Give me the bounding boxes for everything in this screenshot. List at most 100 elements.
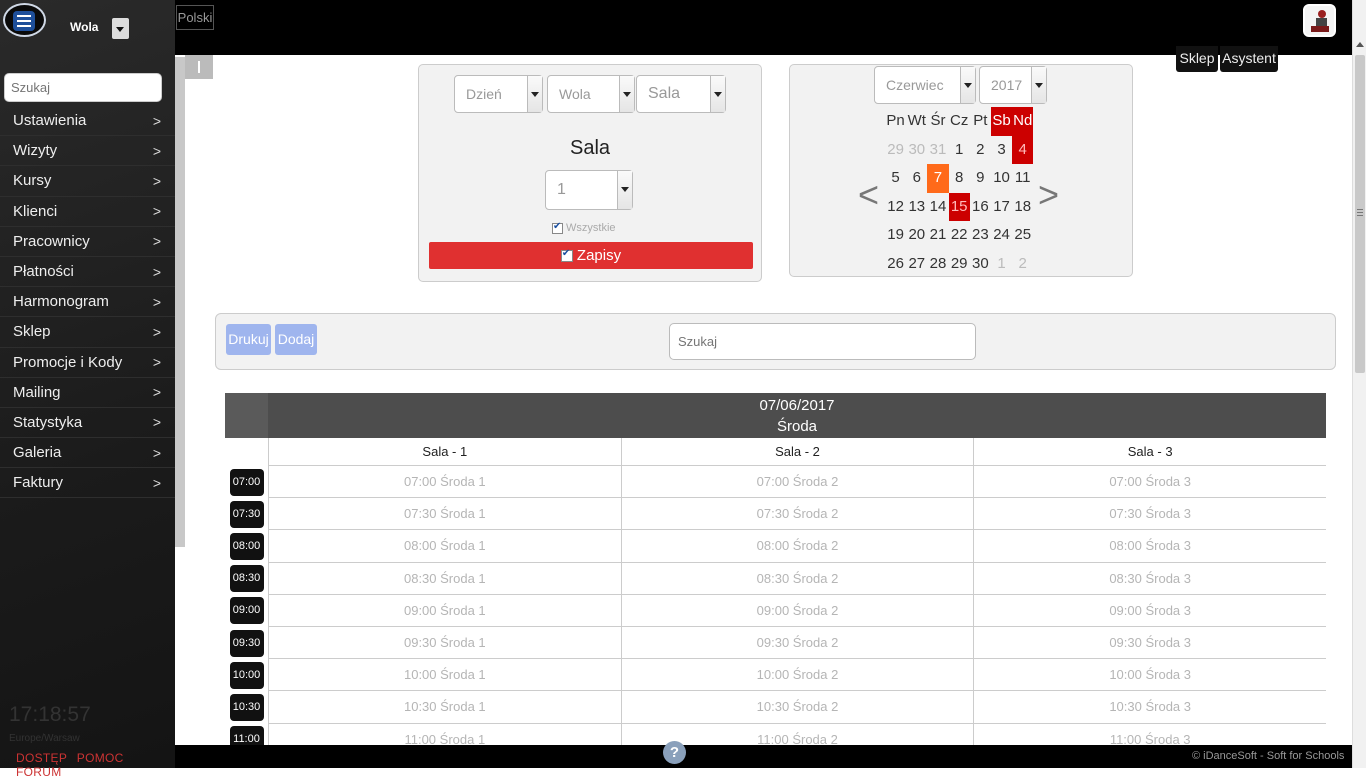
calendar-day[interactable]: 30: [970, 250, 991, 279]
schedule-slot[interactable]: 11:00 Środa 3: [973, 723, 1326, 745]
schedule-slot[interactable]: 07:30 Środa 1: [268, 498, 621, 531]
calendar-day[interactable]: 12: [885, 193, 906, 222]
calendar-day[interactable]: 23: [970, 221, 991, 250]
calendar-day[interactable]: 10: [991, 164, 1012, 193]
calendar-day[interactable]: 21: [927, 221, 948, 250]
help-button[interactable]: ?: [663, 741, 686, 764]
calendar-day[interactable]: 30: [906, 136, 927, 165]
schedule-slot[interactable]: 08:00 Środa 3: [973, 530, 1326, 563]
view-select[interactable]: Dzień: [454, 75, 543, 113]
calendar-day[interactable]: 14: [927, 193, 948, 222]
calendar-day[interactable]: 1: [991, 250, 1012, 279]
sidebar-item-harmonogram[interactable]: Harmonogram >: [0, 287, 175, 318]
schedule-slot[interactable]: 11:00 Środa 1: [268, 723, 621, 745]
calendar-day[interactable]: 11: [1012, 164, 1033, 193]
calendar-day[interactable]: 20: [906, 221, 927, 250]
calendar-day[interactable]: 2: [970, 136, 991, 165]
language-selector[interactable]: Polski: [176, 5, 214, 30]
schedule-slot[interactable]: 07:00 Środa 3: [973, 466, 1326, 499]
school-select[interactable]: Wola: [547, 75, 635, 113]
calendar-day[interactable]: 29: [885, 136, 906, 165]
calendar-day[interactable]: 27: [906, 250, 927, 279]
schedule-slot[interactable]: 09:30 Środa 1: [268, 626, 621, 660]
sidebar-item-pracownicy[interactable]: Pracownicy >: [0, 227, 175, 257]
calendar-day[interactable]: 16: [970, 193, 991, 222]
schedule-slot[interactable]: 10:00 Środa 2: [620, 659, 974, 692]
schedule-slot[interactable]: 08:30 Środa 2: [620, 562, 974, 595]
sidebar-search-input[interactable]: [4, 73, 162, 102]
calendar-day-selected[interactable]: 7: [927, 164, 949, 193]
enrollments-toggle[interactable]: Zapisy: [429, 242, 753, 269]
type-select[interactable]: Sala: [636, 75, 726, 113]
calendar-day[interactable]: 18: [1012, 193, 1033, 222]
calendar-day[interactable]: 17: [991, 193, 1012, 222]
schedule-slot[interactable]: 10:30 Środa 2: [620, 691, 974, 724]
calendar-day[interactable]: 1: [949, 136, 970, 165]
user-avatar[interactable]: [1303, 4, 1336, 37]
calendar-day[interactable]: 26: [885, 250, 906, 279]
calendar-day[interactable]: 22: [949, 221, 970, 250]
schedule-slot[interactable]: 10:00 Środa 1: [268, 659, 621, 692]
assistant-button[interactable]: Asystent: [1220, 46, 1278, 72]
calendar-day[interactable]: 9: [970, 164, 991, 193]
room-number-select[interactable]: 1: [545, 170, 633, 210]
schedule-slot[interactable]: 08:30 Środa 1: [268, 562, 621, 595]
calendar-day[interactable]: 29: [949, 250, 970, 279]
calendar-day[interactable]: 28: [927, 250, 948, 279]
schedule-slot[interactable]: 09:30 Środa 3: [973, 626, 1326, 660]
schedule-slot[interactable]: 07:30 Środa 2: [620, 498, 974, 531]
sidebar-item-mailing[interactable]: Mailing >: [0, 378, 175, 408]
add-button[interactable]: Dodaj: [275, 324, 317, 355]
schedule-search-input[interactable]: [669, 323, 976, 360]
schedule-slot[interactable]: 10:00 Środa 3: [973, 659, 1326, 692]
schedule-slot[interactable]: 09:00 Środa 1: [268, 594, 621, 627]
calendar-day[interactable]: 2: [1012, 250, 1033, 279]
schedule-slot[interactable]: 09:30 Środa 2: [620, 626, 974, 660]
sidebar-item-promocje[interactable]: Promocje i Kody >: [0, 348, 175, 378]
calendar-day[interactable]: 6: [906, 164, 927, 193]
schedule-slot[interactable]: 07:00 Środa 2: [620, 466, 974, 499]
panel-toggle-tab[interactable]: [185, 55, 213, 79]
sidebar-item-galeria[interactable]: Galeria >: [0, 438, 175, 469]
schedule-slot[interactable]: 09:00 Środa 3: [973, 594, 1326, 627]
calendar-day[interactable]: 5: [885, 164, 906, 193]
all-rooms-checkbox[interactable]: Wszystkie: [552, 221, 616, 234]
calendar-day-highlighted[interactable]: 4: [1012, 135, 1034, 165]
calendar-day-highlighted[interactable]: 15: [948, 192, 970, 222]
shop-button[interactable]: Sklep: [1176, 46, 1218, 72]
calendar-day[interactable]: 19: [885, 221, 906, 250]
year-select[interactable]: 2017: [979, 66, 1047, 104]
calendar-next-button[interactable]: >: [1038, 175, 1059, 215]
help-link[interactable]: POMOC: [77, 751, 124, 765]
sidebar-item-kursy[interactable]: Kursy >: [0, 166, 175, 197]
sidebar-item-klienci[interactable]: Klienci >: [0, 197, 175, 227]
sidebar-item-ustawienia[interactable]: Ustawienia >: [0, 106, 175, 137]
sidebar-resize-handle[interactable]: [175, 57, 185, 547]
schedule-slot[interactable]: 08:00 Środa 1: [268, 530, 621, 563]
schedule-slot[interactable]: 10:30 Środa 3: [973, 691, 1326, 724]
scroll-up-arrow-icon[interactable]: [1356, 42, 1364, 47]
school-dropdown-toggle[interactable]: [112, 18, 129, 39]
calendar-day[interactable]: 25: [1012, 221, 1033, 250]
sidebar-item-sklep[interactable]: Sklep >: [0, 317, 175, 348]
sidebar-item-platnosci[interactable]: Płatności >: [0, 257, 175, 288]
page-scrollbar[interactable]: [1352, 0, 1366, 768]
sidebar-item-wizyty[interactable]: Wizyty >: [0, 136, 175, 167]
sidebar-item-statystyka[interactable]: Statystyka >: [0, 408, 175, 439]
calendar-day[interactable]: 24: [991, 221, 1012, 250]
calendar-day[interactable]: 31: [927, 136, 948, 165]
schedule-slot[interactable]: 10:30 Środa 1: [268, 691, 621, 724]
schedule-slot[interactable]: 07:30 Środa 3: [973, 498, 1326, 531]
schedule-slot[interactable]: 09:00 Środa 2: [620, 594, 974, 627]
hamburger-menu-button[interactable]: [3, 3, 46, 37]
access-link[interactable]: DOSTĘP: [16, 751, 67, 765]
calendar-day[interactable]: 13: [906, 193, 927, 222]
sidebar-item-faktury[interactable]: Faktury >: [0, 468, 175, 499]
schedule-slot[interactable]: 08:00 Środa 2: [620, 530, 974, 563]
schedule-slot[interactable]: 07:00 Środa 1: [268, 466, 621, 499]
month-select[interactable]: Czerwiec: [874, 66, 976, 104]
calendar-day[interactable]: 3: [991, 136, 1012, 165]
forum-link[interactable]: FORUM: [16, 765, 62, 779]
schedule-slot[interactable]: 08:30 Środa 3: [973, 562, 1326, 595]
calendar-day[interactable]: 8: [949, 164, 970, 193]
